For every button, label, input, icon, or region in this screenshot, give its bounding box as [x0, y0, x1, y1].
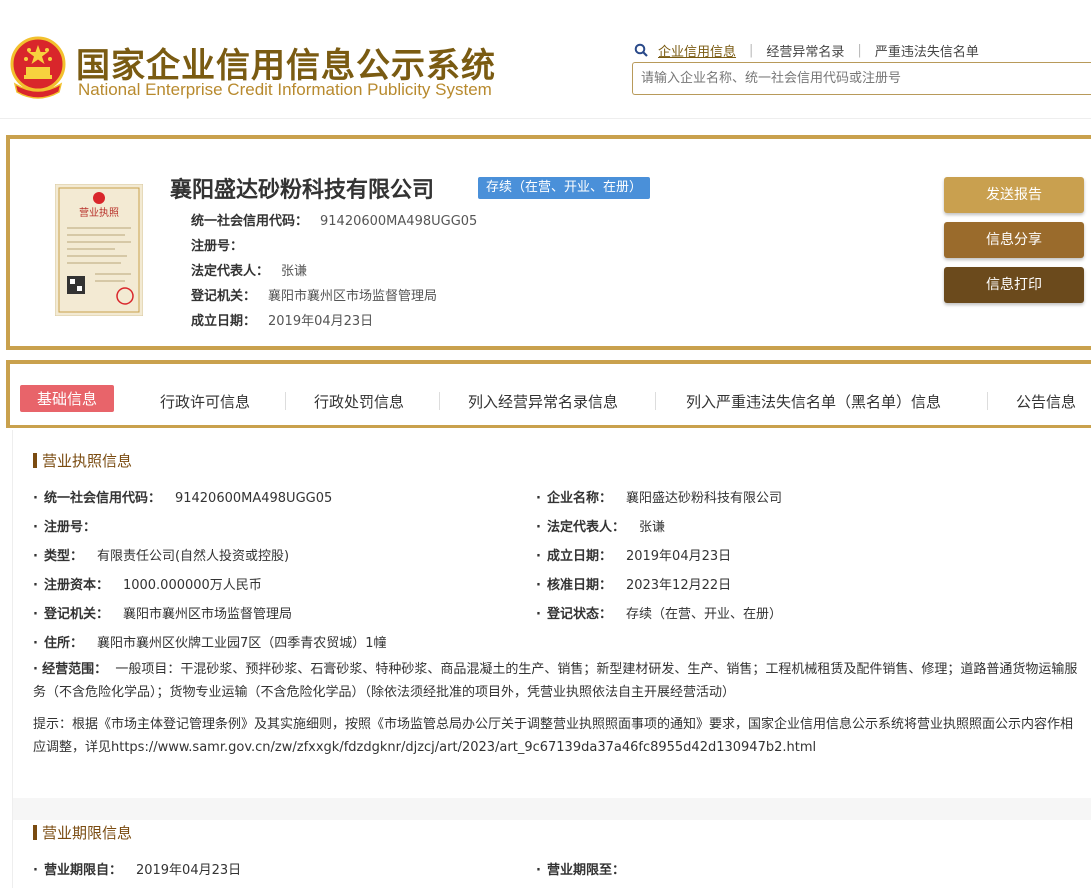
nav-separator: | — [749, 42, 754, 58]
section-title-text: 营业执照信息 — [42, 452, 133, 470]
field-label: 注册资本： — [43, 578, 109, 593]
field-value: 襄阳市襄州区伙牌工业园7区（四季青农贸城）1幢 — [96, 636, 387, 651]
field-term-to: · 营业期限至： — [536, 863, 625, 878]
nav-separator: | — [857, 42, 862, 58]
card-value: 襄阳市襄州区市场监督管理局 — [268, 289, 438, 304]
field-established: · 成立日期： 2019年04月23日 — [536, 549, 732, 564]
field-label: 类型： — [43, 549, 83, 564]
card-row-reg-number: 注册号： — [191, 235, 255, 254]
content-panel: 营业执照信息 · 统一社会信用代码： 91420600MA498UGG05 · 注册号… — [12, 430, 1091, 888]
field-label: 企业名称： — [546, 491, 612, 506]
section-bar — [33, 453, 37, 468]
tab-separator — [285, 392, 286, 410]
section-title-text: 营业期限信息 — [42, 824, 133, 842]
tab-admin-license[interactable]: 行政许可信息 — [160, 391, 250, 412]
field-label: 营业期限自： — [43, 863, 122, 878]
field-label: 成立日期： — [546, 549, 612, 564]
site-title-en: National Enterprise Credit Information P… — [78, 80, 492, 99]
card-label: 成立日期： — [191, 314, 257, 329]
tab-basic-info[interactable]: 基础信息 — [20, 385, 115, 412]
notice-text: 提示：根据《市场主体登记管理条例》及其实施细则，按照《市场监管总局办公厅关于调整… — [33, 717, 1074, 755]
field-value: 1000.000000万人民币 — [122, 578, 262, 593]
field-label: 核准日期： — [546, 578, 612, 593]
card-label: 登记机关： — [191, 289, 257, 304]
field-value: 一般项目：干混砂浆、预拌砂浆、石膏砂浆、特种砂浆、商品混凝土的生产、销售；新型建… — [33, 662, 1078, 700]
field-value: 襄阳盛达砂粉科技有限公司 — [625, 491, 782, 506]
nav-blacklist-link[interactable]: 严重违法失信名单 — [875, 41, 979, 60]
card-value: 2019年04月23日 — [268, 314, 374, 329]
card-row-authority: 登记机关： 襄阳市襄州区市场监督管理局 — [191, 285, 437, 304]
nav-credit-info-link[interactable]: 企业信用信息 — [658, 41, 736, 60]
section-bar — [33, 825, 37, 840]
field-credit-code: · 统一社会信用代码： 91420600MA498UGG05 — [33, 491, 333, 506]
field-value: 91420600MA498UGG05 — [174, 491, 333, 506]
share-info-button[interactable]: 信息分享 — [944, 222, 1084, 258]
national-emblem-icon — [10, 36, 66, 99]
field-value: 存续（在营、开业、在册） — [625, 607, 782, 622]
field-label: 经营范围： — [42, 662, 108, 677]
field-value: 张谦 — [638, 520, 665, 535]
section-divider — [13, 798, 1091, 820]
tab-abnormal-list[interactable]: 列入经营异常名录信息 — [468, 391, 618, 412]
send-report-button[interactable]: 发送报告 — [944, 177, 1084, 213]
field-value: 2019年04月23日 — [135, 863, 242, 878]
field-legal-rep: · 法定代表人： 张谦 — [536, 520, 665, 535]
section-title-license: 营业执照信息 — [33, 450, 132, 471]
field-address: · 住所： 襄阳市襄州区伙牌工业园7区（四季青农贸城）1幢 — [33, 636, 387, 651]
search-input[interactable] — [633, 63, 1081, 94]
field-label: 法定代表人： — [546, 520, 625, 535]
status-badge: 存续（在营、开业、在册） — [478, 177, 651, 199]
card-label: 注册号： — [191, 239, 244, 254]
card-value: 91420600MA498UGG05 — [320, 214, 478, 229]
card-label: 法定代表人： — [191, 264, 270, 279]
field-label: 统一社会信用代码： — [43, 491, 161, 506]
field-reg-number: · 注册号： — [33, 520, 96, 535]
card-row-established: 成立日期： 2019年04月23日 — [191, 310, 373, 329]
field-value: 2023年12月22日 — [625, 578, 732, 593]
field-label: 注册号： — [43, 520, 96, 535]
tab-admin-penalty[interactable]: 行政处罚信息 — [314, 391, 404, 412]
field-capital: · 注册资本： 1000.000000万人民币 — [33, 578, 262, 593]
field-value: 有限责任公司(自然人投资或控股) — [96, 549, 290, 564]
business-license-thumbnail[interactable]: 营业执照 — [55, 184, 143, 316]
field-business-scope: · 经营范围： 一般项目：干混砂浆、预拌砂浆、石膏砂浆、特种砂浆、商品混凝土的生… — [33, 662, 1078, 700]
search-box — [632, 62, 1091, 95]
company-name: 襄阳盛达砂粉科技有限公司 — [170, 178, 435, 203]
field-company-name: · 企业名称： 襄阳盛达砂粉科技有限公司 — [536, 491, 782, 506]
tab-separator — [987, 392, 988, 410]
field-reg-status: · 登记状态： 存续（在营、开业、在册） — [536, 607, 782, 622]
field-label: 住所： — [43, 636, 83, 651]
field-authority: · 登记机关： 襄阳市襄州区市场监督管理局 — [33, 607, 292, 622]
section-title-term: 营业期限信息 — [33, 822, 132, 843]
field-approved: · 核准日期： 2023年12月22日 — [536, 578, 732, 593]
field-value: 2019年04月23日 — [625, 549, 732, 564]
tab-blacklist[interactable]: 列入严重违法失信名单（黑名单）信息 — [686, 391, 941, 412]
field-label: 登记机关： — [43, 607, 109, 622]
card-label: 统一社会信用代码： — [191, 214, 309, 229]
field-value: 襄阳市襄州区市场监督管理局 — [122, 607, 292, 622]
tab-separator — [655, 392, 656, 410]
nav-abnormal-list-link[interactable]: 经营异常名录 — [766, 41, 844, 60]
search-icon — [634, 43, 648, 57]
field-type: · 类型： 有限责任公司(自然人投资或控股) — [33, 549, 290, 564]
print-info-button[interactable]: 信息打印 — [944, 267, 1084, 303]
tab-separator — [439, 392, 440, 410]
company-card: 营业执照 襄阳盛达砂粉科技有限公司 存续（在营、开业、在册） 统一社会信用代码：… — [6, 135, 1091, 350]
site-header: 国家企业信用信息公示系统 National Enterprise Credit … — [0, 0, 1091, 119]
field-label: 营业期限至： — [546, 863, 625, 878]
field-label: 登记状态： — [546, 607, 612, 622]
license-thumb-title: 营业执照 — [79, 206, 119, 219]
card-row-credit-code: 统一社会信用代码： 91420600MA498UGG05 — [191, 210, 477, 229]
tab-announcements[interactable]: 公告信息 — [1016, 391, 1076, 412]
tab-bar: 基础信息 行政许可信息 行政处罚信息 列入经营异常名录信息 列入严重违法失信名单… — [6, 360, 1091, 428]
top-nav: 企业信用信息 | 经营异常名录 | 严重违法失信名单 — [634, 40, 979, 60]
field-term-from: · 营业期限自： 2019年04月23日 — [33, 863, 242, 878]
card-value: 张谦 — [281, 264, 308, 279]
card-row-legal-rep: 法定代表人： 张谦 — [191, 260, 307, 279]
